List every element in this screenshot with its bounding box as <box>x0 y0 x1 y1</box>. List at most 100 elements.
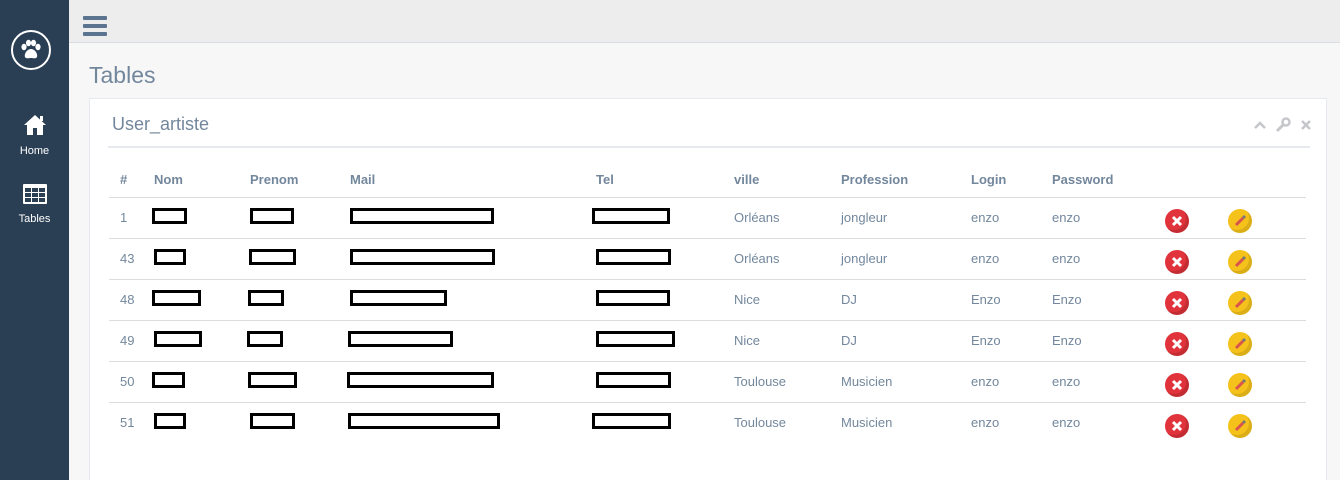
cell-profession: jongleur <box>841 196 971 238</box>
cell-ville: Orléans <box>734 237 841 279</box>
sidebar: Home Tables <box>0 0 69 480</box>
cell-login: Enzo <box>971 278 1052 320</box>
delete-icon[interactable] <box>1165 413 1189 438</box>
edit-icon[interactable] <box>1228 290 1252 315</box>
column-header-mail: Mail <box>350 162 596 198</box>
redacted-block <box>154 249 186 265</box>
delete-icon[interactable] <box>1165 331 1189 356</box>
cell-delete <box>1165 278 1228 320</box>
table-row: 43 Orléans jongleur enzo enzo <box>109 237 1306 279</box>
cell-password: enzo <box>1052 196 1165 238</box>
table-header-row: # Nom Prenom Mail Tel ville Profession L… <box>109 162 1306 198</box>
cell-ville: Nice <box>734 278 841 320</box>
column-header-password: Password <box>1052 162 1165 198</box>
delete-icon[interactable] <box>1165 290 1189 315</box>
panel-divider <box>108 146 1310 148</box>
cell-tel <box>596 319 734 361</box>
cell-password: enzo <box>1052 360 1165 402</box>
column-header-id: # <box>109 162 154 198</box>
redacted-block <box>596 249 671 265</box>
panel-title: User_artiste <box>112 114 210 134</box>
redacted-block <box>350 290 447 306</box>
column-header-profession: Profession <box>841 162 971 198</box>
edit-icon[interactable] <box>1228 208 1252 233</box>
sidebar-item-label: Tables <box>18 213 51 225</box>
redacted-block <box>596 290 670 306</box>
redacted-block <box>348 331 453 347</box>
redacted-block <box>348 413 500 430</box>
sidebar-item-tables[interactable]: Tables <box>0 184 69 225</box>
redacted-block <box>350 208 494 224</box>
cell-ville: Orléans <box>734 196 841 238</box>
cell-mail <box>348 401 596 443</box>
cell-mail <box>348 319 596 361</box>
cell-profession: Musicien <box>841 360 971 402</box>
cell-login: enzo <box>971 237 1052 279</box>
table-row: 1 Orléans jongleur enzo enzo <box>109 196 1306 238</box>
cell-login: enzo <box>971 401 1052 443</box>
cell-login: enzo <box>971 360 1052 402</box>
cell-prenom <box>248 278 350 320</box>
column-header-ville: ville <box>734 162 841 198</box>
cell-ville: Nice <box>734 319 841 361</box>
redacted-block <box>592 208 670 224</box>
cell-delete <box>1165 196 1228 238</box>
column-header-edit <box>1228 162 1306 197</box>
redacted-block <box>248 290 284 306</box>
redacted-block <box>152 290 201 306</box>
cell-id: 51 <box>109 401 154 443</box>
delete-icon[interactable] <box>1165 372 1189 397</box>
cell-prenom <box>249 237 350 279</box>
hamburger-menu-icon[interactable] <box>83 16 107 36</box>
cell-edit <box>1228 360 1306 402</box>
cell-id: 1 <box>109 196 154 238</box>
cell-password: enzo <box>1052 401 1165 443</box>
redacted-block <box>250 208 294 224</box>
close-icon[interactable] <box>1298 117 1314 133</box>
cell-ville: Toulouse <box>734 360 841 402</box>
top-navbar <box>69 0 1340 43</box>
cell-edit <box>1228 319 1306 361</box>
delete-icon[interactable] <box>1165 208 1189 233</box>
cell-nom <box>154 401 250 443</box>
cell-profession: Musicien <box>841 401 971 443</box>
cell-prenom <box>250 196 350 238</box>
edit-icon[interactable] <box>1228 249 1252 274</box>
paw-icon[interactable] <box>11 30 51 70</box>
cell-tel <box>596 360 734 402</box>
page-title: Tables <box>89 62 156 88</box>
redacted-block <box>350 249 495 265</box>
cell-tel <box>592 401 734 443</box>
table-row: 49 Nice DJ Enzo Enzo <box>109 319 1306 361</box>
redacted-block <box>248 372 297 388</box>
cell-mail <box>350 196 596 238</box>
user-artiste-table: # Nom Prenom Mail Tel ville Profession L… <box>109 162 1306 443</box>
wrench-icon[interactable] <box>1275 117 1291 133</box>
cell-delete <box>1165 401 1228 443</box>
cell-nom <box>154 319 250 361</box>
table-row: 48 Nice DJ Enzo Enzo <box>109 278 1306 320</box>
edit-icon[interactable] <box>1228 331 1252 356</box>
cell-id: 49 <box>109 319 154 361</box>
cell-delete <box>1165 319 1228 361</box>
cell-login: enzo <box>971 196 1052 238</box>
table-row: 51 Toulouse Musicien enzo enzo <box>109 401 1306 443</box>
edit-icon[interactable] <box>1228 413 1252 438</box>
redacted-block <box>247 331 283 347</box>
cell-id: 43 <box>109 237 154 279</box>
redacted-block <box>152 208 187 224</box>
cell-nom <box>152 196 250 238</box>
delete-icon[interactable] <box>1165 249 1189 274</box>
chevron-up-icon[interactable] <box>1252 117 1268 133</box>
cell-edit <box>1228 278 1306 320</box>
sidebar-item-home[interactable]: Home <box>0 114 69 157</box>
redacted-block <box>592 413 671 430</box>
column-header-tel: Tel <box>596 162 734 198</box>
edit-icon[interactable] <box>1228 372 1252 397</box>
panel-toolbox <box>1252 117 1314 133</box>
redacted-block <box>596 331 675 347</box>
cell-profession: DJ <box>841 319 971 361</box>
cell-login: Enzo <box>971 319 1052 361</box>
cell-profession: DJ <box>841 278 971 320</box>
cell-password: Enzo <box>1052 278 1165 320</box>
